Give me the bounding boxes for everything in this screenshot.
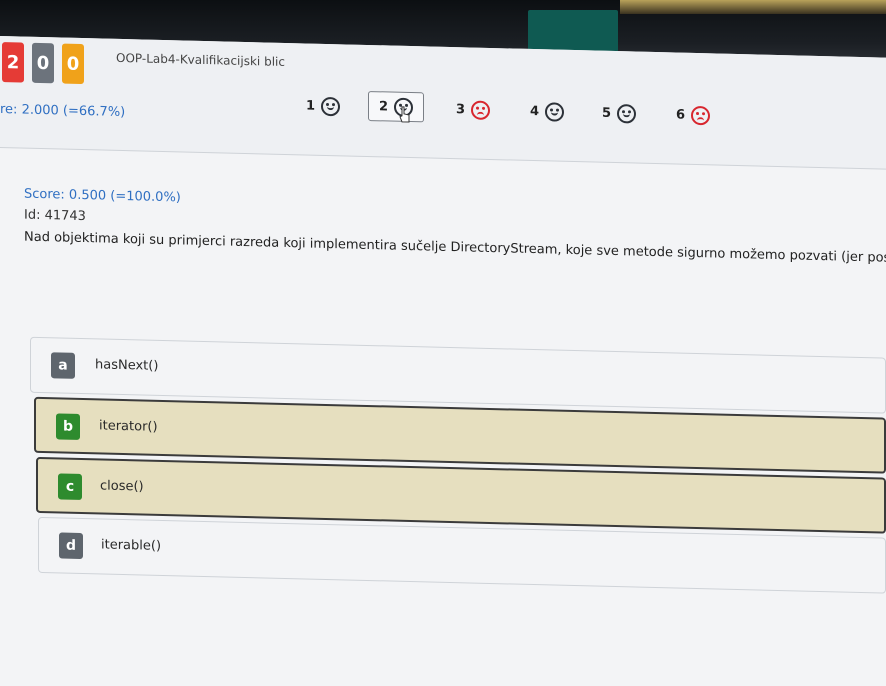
question-nav-4[interactable]: 4 [530,97,565,126]
answer-label: hasNext() [95,357,159,374]
question-number: 5 [602,105,612,121]
answer-letter: a [51,352,75,379]
smiley-icon [545,101,565,122]
quiz-screen: 2 0 0 OOP-Lab4-Kvalifikacijski blic re: … [0,36,886,686]
frown-icon [691,105,711,125]
question-text: Nad objektima koji su primjerci razreda … [24,229,886,267]
total-score: re: 2.000 (=66.7%) [0,102,126,121]
quiz-header: 2 0 0 OOP-Lab4-Kvalifikacijski blic re: … [0,36,886,170]
smiley-icon [321,96,341,116]
question-number: 2 [379,98,389,114]
bezel-reflection [528,10,618,52]
answer-letter: d [59,532,83,560]
answer-label: close() [100,478,144,495]
question-number: 3 [456,101,466,117]
answer-letter: c [58,473,82,501]
question-id: Id: 41743 [24,207,86,225]
counter-partial: 0 [62,43,84,85]
answer-label: iterator() [99,418,158,435]
counter-unanswered: 0 [32,42,54,84]
quiz-title: OOP-Lab4-Kvalifikacijski blic [116,50,285,69]
answer-letter: b [56,413,80,440]
question-score: Score: 0.500 (=100.0%) [24,186,181,206]
question-number: 6 [676,107,686,123]
question-nav-6[interactable]: 6 [676,101,711,130]
bezel-stripe [620,0,886,14]
hand-cursor-icon [399,106,410,123]
question-nav-5[interactable]: 5 [602,99,637,128]
frown-icon [471,100,491,120]
question-nav-1[interactable]: 1 [306,91,341,120]
question-nav-3[interactable]: 3 [456,95,491,124]
question-nav-2[interactable]: 2 [368,90,425,123]
question-number: 4 [530,103,540,119]
answer-label: iterable() [101,537,162,554]
counter-incorrect: 2 [2,42,24,83]
smiley-icon [617,103,637,124]
question-number: 1 [306,97,316,114]
